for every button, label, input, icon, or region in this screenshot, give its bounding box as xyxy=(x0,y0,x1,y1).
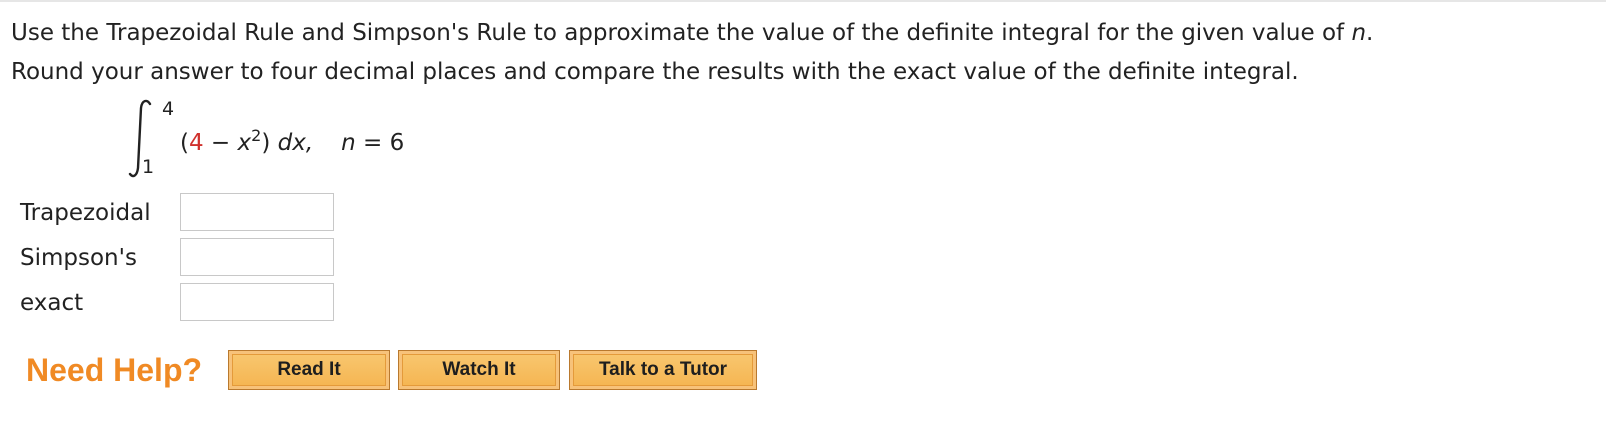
answer-table: Trapezoidal Simpson's exact xyxy=(20,193,350,328)
need-help-title: Need Help? xyxy=(26,352,203,388)
trapezoidal-label: Trapezoidal xyxy=(20,200,151,226)
integrand-exponent: 2 xyxy=(251,126,262,145)
answer-row-trapezoidal: Trapezoidal xyxy=(20,193,350,238)
exact-input[interactable] xyxy=(180,283,334,321)
exact-label: exact xyxy=(20,290,84,316)
close-paren: ) xyxy=(261,130,271,156)
read-it-button[interactable]: Read It xyxy=(228,350,390,390)
question-line-1-prefix: Use the Trapezoidal Rule and Simpson's R… xyxy=(11,20,1352,46)
answer-row-simpsons: Simpson's xyxy=(20,238,350,283)
question-text: Use the Trapezoidal Rule and Simpson's R… xyxy=(11,14,1591,92)
upper-limit: 4 xyxy=(162,98,175,120)
question-line-2: Round your answer to four decimal places… xyxy=(11,59,1299,85)
question-line-1: Use the Trapezoidal Rule and Simpson's R… xyxy=(11,14,1591,53)
talk-to-tutor-button[interactable]: Talk to a Tutor xyxy=(569,350,757,390)
open-paren: ( xyxy=(180,130,189,156)
simpsons-label: Simpson's xyxy=(20,245,137,271)
read-it-label: Read It xyxy=(232,354,386,386)
watch-it-button[interactable]: Watch It xyxy=(398,350,560,390)
talk-to-tutor-label: Talk to a Tutor xyxy=(573,354,753,386)
n-variable: n xyxy=(341,130,356,156)
top-divider xyxy=(0,0,1606,2)
n-value: = 6 xyxy=(355,130,405,156)
question-line-1-suffix: . xyxy=(1366,20,1374,46)
need-help-bar: Need Help? Read It Watch It Talk to a Tu… xyxy=(26,348,786,392)
integrand-constant: 4 xyxy=(188,130,204,156)
integral-formula: 4 1 (4 − x2) dx, n = 6 xyxy=(124,98,484,182)
watch-it-label: Watch It xyxy=(402,354,556,386)
differential: dx, xyxy=(277,130,314,156)
answer-row-exact: exact xyxy=(20,283,350,328)
minus-sign: − xyxy=(203,130,238,156)
integrand: (4 − x2) dx, n = 6 xyxy=(180,128,404,158)
integrand-variable: x xyxy=(237,130,252,156)
trapezoidal-input[interactable] xyxy=(180,193,334,231)
lower-limit: 1 xyxy=(142,156,155,178)
simpsons-input[interactable] xyxy=(180,238,334,276)
question-variable-n: n xyxy=(1351,20,1367,46)
